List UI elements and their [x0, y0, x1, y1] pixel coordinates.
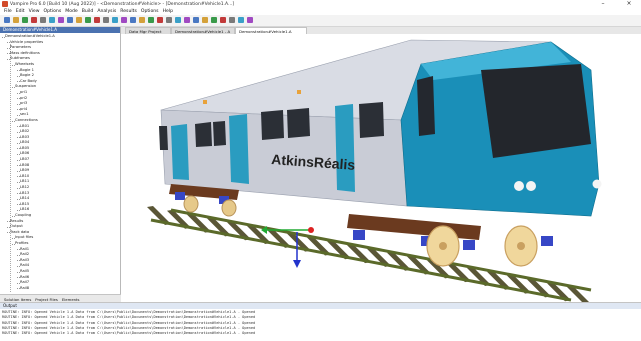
paste-icon[interactable] — [58, 17, 64, 23]
menu-options-2[interactable]: Options — [141, 9, 159, 14]
bogie-frame-front — [347, 214, 481, 240]
cab-side-window — [417, 76, 435, 136]
copy-icon[interactable] — [49, 17, 55, 23]
rotate-icon[interactable] — [148, 17, 154, 23]
window-2 — [195, 122, 212, 147]
print-icon[interactable] — [31, 17, 37, 23]
menu-bar: File Edit View Options Mode Build Analys… — [0, 8, 641, 15]
axle-hub-1 — [439, 242, 447, 250]
menu-help[interactable]: Help — [163, 9, 173, 14]
zoom-out-icon[interactable] — [130, 17, 136, 23]
doc-tab-active[interactable]: Demonstration#Vehicle1.A — [235, 27, 307, 34]
menu-analysis[interactable]: Analysis — [97, 9, 116, 14]
title-bar: Vampire Pro 6.0 [Build 10 (Aug 2022)] - … — [0, 0, 641, 8]
joint-icon[interactable] — [220, 17, 226, 23]
tab-solution-items[interactable]: Solution Items — [4, 297, 31, 302]
menu-edit[interactable]: Edit — [16, 9, 25, 14]
menu-mode[interactable]: Mode — [65, 9, 78, 14]
panel-title: Demonstration#Vehicle1.A — [3, 27, 58, 32]
document-tabs: Data Mgr Project Demonstration#Vehicle1 … — [121, 27, 641, 34]
wheel-1 — [183, 195, 199, 213]
3d-viewport[interactable]: AtkinsRéalis — [121, 34, 641, 302]
minimize-button[interactable]: – — [596, 0, 610, 8]
panel-header: Demonstration#Vehicle1.A — [0, 27, 120, 33]
pause-icon[interactable] — [112, 17, 118, 23]
window-1 — [159, 126, 168, 150]
run-icon[interactable] — [85, 17, 91, 23]
doc-tab-1[interactable]: Data Mgr Project — [125, 27, 171, 34]
select-icon[interactable] — [166, 17, 172, 23]
menu-view[interactable]: View — [29, 9, 40, 14]
output-log: ROUTINE: INFO: Opened Vehicle 1.A Data f… — [2, 310, 632, 336]
tree-node[interactable]: Rail8 — [17, 286, 118, 292]
spring-5 — [463, 240, 475, 250]
output-title: Output — [3, 303, 17, 308]
window-3 — [213, 121, 226, 146]
tree-guide — [10, 44, 11, 292]
project-tree: Demonstration#Vehicle1.A Vehicle properti… — [2, 34, 118, 292]
train-model-view[interactable]: AtkinsRéalis — [121, 34, 641, 302]
tab-project-files[interactable]: Project Files — [35, 297, 58, 302]
menu-results[interactable]: Results — [120, 9, 137, 14]
zoom-fit-icon[interactable] — [139, 17, 145, 23]
window-4 — [261, 110, 284, 140]
window-6 — [359, 102, 384, 138]
toolbar — [0, 15, 641, 27]
rail-icon[interactable] — [184, 17, 190, 23]
new-file-icon[interactable] — [4, 17, 10, 23]
stop-icon[interactable] — [94, 17, 100, 23]
menu-options[interactable]: Options — [44, 9, 62, 14]
spring-6 — [541, 236, 553, 246]
pan-icon[interactable] — [157, 17, 163, 23]
redo-icon[interactable] — [76, 17, 82, 23]
close-button[interactable]: × — [622, 0, 636, 8]
app-icon — [2, 1, 8, 7]
menu-file[interactable]: File — [4, 9, 12, 14]
axis-z-arrow — [293, 260, 301, 268]
undo-icon[interactable] — [67, 17, 73, 23]
output-pane: Output ROUTINE: INFO: Opened Vehicle 1.A… — [0, 302, 641, 341]
headlight-right — [526, 181, 536, 191]
headlight-left — [514, 181, 524, 191]
door-2 — [229, 114, 249, 184]
plot-icon[interactable] — [229, 17, 235, 23]
output-header: Output — [0, 303, 641, 309]
mass-icon[interactable] — [211, 17, 217, 23]
output-line: ROUTINE: INFO: Opened Vehicle 1.A Data f… — [2, 331, 256, 336]
wheel-2 — [221, 199, 237, 217]
damper-icon[interactable] — [202, 17, 208, 23]
zoom-in-icon[interactable] — [121, 17, 127, 23]
wheel-icon[interactable] — [175, 17, 181, 23]
doc-tab-2[interactable]: Demonstration#Vehicle1 - A — [171, 27, 235, 34]
spring-1 — [175, 192, 185, 200]
spring-3 — [353, 230, 365, 240]
windscreen — [481, 64, 591, 158]
door-3 — [335, 104, 355, 192]
table-icon[interactable] — [238, 17, 244, 23]
spring-icon[interactable] — [193, 17, 199, 23]
tab-elements[interactable]: Elements — [62, 297, 80, 302]
door-1 — [171, 124, 189, 180]
help-icon[interactable] — [247, 17, 253, 23]
axis-x-origin — [308, 227, 314, 233]
marker-1 — [203, 100, 207, 104]
cut-icon[interactable] — [40, 17, 46, 23]
window-5 — [287, 108, 310, 138]
save-icon[interactable] — [22, 17, 28, 23]
open-icon[interactable] — [13, 17, 19, 23]
headlight-far — [592, 179, 602, 189]
window-title: Vampire Pro 6.0 [Build 10 (Aug 2022)] - … — [10, 1, 235, 7]
marker-2 — [297, 90, 301, 94]
play-icon[interactable] — [103, 17, 109, 23]
axle-hub-2 — [517, 242, 525, 250]
project-tree-panel: Demonstration#Vehicle1.A Demonstration#V… — [0, 27, 121, 294]
menu-build[interactable]: Build — [82, 9, 94, 14]
